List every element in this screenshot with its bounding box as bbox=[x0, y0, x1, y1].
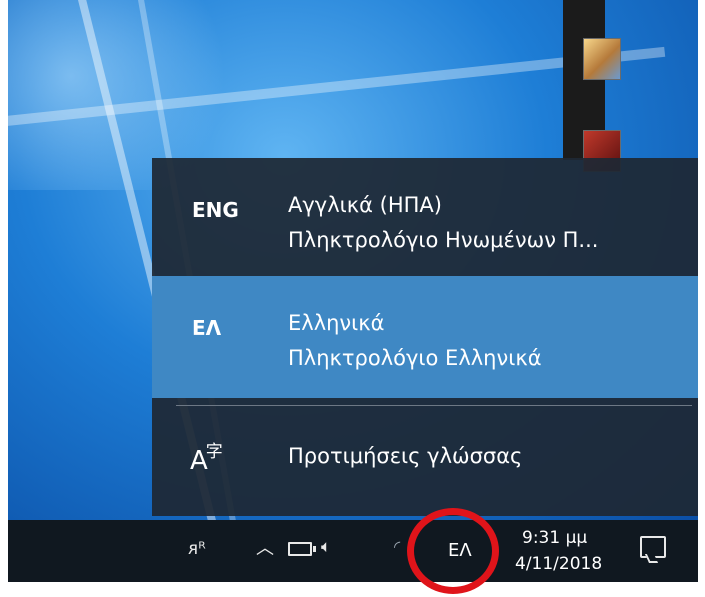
wifi-icon[interactable]: ◜ bbox=[394, 538, 400, 556]
people-icon[interactable]: ᴙᴿ bbox=[188, 540, 206, 558]
red-annotation-circle bbox=[407, 508, 499, 594]
language-code: ENG bbox=[192, 198, 239, 222]
language-name: Αγγλικά (ΗΠΑ) bbox=[288, 193, 442, 217]
language-name: Ελληνικά bbox=[288, 311, 385, 335]
battery-icon[interactable] bbox=[288, 542, 316, 556]
language-option-greek[interactable]: ΕΛ Ελληνικά Πληκτρολόγιο Ελληνικά bbox=[152, 276, 698, 398]
app-thumbnail[interactable] bbox=[583, 38, 621, 80]
chevron-up-icon[interactable]: ︿ bbox=[256, 540, 274, 558]
language-prefs-icon: A字 bbox=[190, 442, 223, 476]
speaker-icon[interactable]: 🔈︎ bbox=[321, 538, 331, 556]
action-center-icon[interactable] bbox=[640, 536, 666, 558]
language-code: ΕΛ bbox=[192, 316, 222, 340]
keyboard-layout: Πληκτρολόγιο Ηνωμένων Π... bbox=[288, 228, 599, 252]
taskbar: ᴙᴿ ︿ 🔈︎ ◜ ΕΛ 9:31 μμ 4/11/2018 bbox=[8, 520, 698, 582]
clock-date[interactable]: 4/11/2018 bbox=[515, 554, 602, 574]
language-preferences-label: Προτιμήσεις γλώσσας bbox=[288, 444, 523, 468]
language-option-english[interactable]: ENG Αγγλικά (ΗΠΑ) Πληκτρολόγιο Ηνωμένων … bbox=[152, 158, 698, 276]
language-preferences-link[interactable]: A字 Προτιμήσεις γλώσσας bbox=[152, 416, 698, 511]
keyboard-layout: Πληκτρολόγιο Ελληνικά bbox=[288, 346, 542, 370]
language-flyout: ENG Αγγλικά (ΗΠΑ) Πληκτρολόγιο Ηνωμένων … bbox=[152, 158, 698, 516]
clock-time[interactable]: 9:31 μμ bbox=[522, 528, 587, 548]
flyout-divider bbox=[176, 405, 692, 406]
